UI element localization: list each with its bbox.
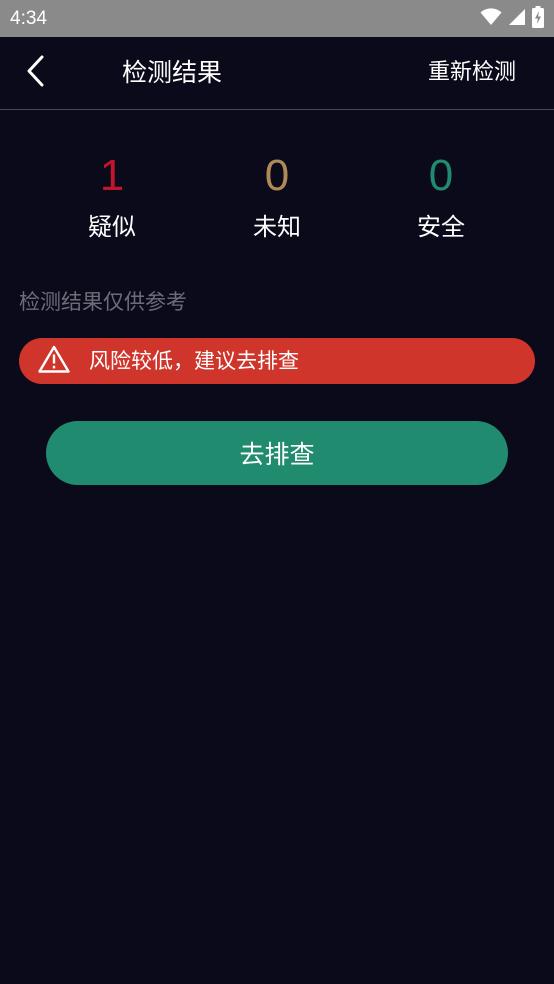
disclaimer-text: 检测结果仅供参考 [19, 290, 187, 314]
stat-suspected-label: 疑似 [88, 213, 136, 241]
stat-unknown: 0 未知 [217, 148, 337, 244]
status-icons [480, 5, 544, 32]
page-title: 检测结果 [122, 58, 223, 87]
stat-unknown-label: 未知 [253, 213, 301, 241]
investigate-button[interactable]: 去排查 [46, 421, 508, 485]
retest-button[interactable]: 重新检测 [428, 55, 516, 91]
risk-alert-banner: 风险较低，建议去排查 [19, 338, 535, 384]
chevron-left-icon [26, 55, 46, 91]
back-button[interactable] [18, 55, 54, 91]
result-stats: 1 疑似 0 未知 0 安全 [0, 148, 554, 258]
stat-safe-count: 0 [428, 151, 454, 200]
status-time: 4:34 [10, 7, 47, 29]
warning-triangle-icon [38, 345, 70, 377]
wifi-icon [480, 7, 502, 30]
stat-unknown-count: 0 [264, 151, 290, 200]
status-bar: 4:34 [0, 0, 554, 37]
signal-icon [508, 8, 526, 30]
stat-safe: 0 安全 [381, 148, 501, 244]
stat-suspected: 1 疑似 [52, 148, 172, 244]
alert-text: 风险较低，建议去排查 [89, 349, 299, 373]
stat-suspected-count: 1 [99, 151, 125, 200]
stat-safe-label: 安全 [417, 213, 465, 241]
battery-charging-icon [532, 5, 544, 32]
app-bar: 检测结果 重新检测 [0, 37, 554, 110]
